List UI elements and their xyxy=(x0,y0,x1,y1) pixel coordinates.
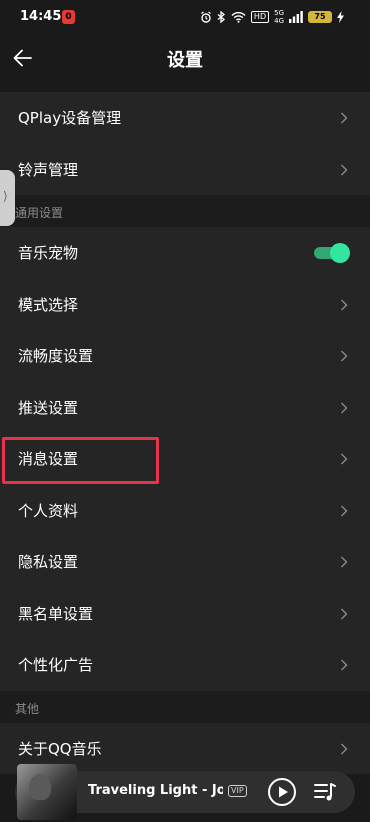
page-title: 设置 xyxy=(167,50,203,71)
charging-icon xyxy=(337,11,344,23)
network-type-top: 5G xyxy=(274,9,284,17)
row-label: 黑名单设置 xyxy=(18,604,94,623)
row-label: 铃声管理 xyxy=(18,160,79,179)
chevron-right-icon xyxy=(341,556,348,568)
mini-player[interactable]: Traveling Light - Joel VIP xyxy=(15,764,355,820)
status-icons: HD 5G 4G 75 xyxy=(200,8,344,26)
play-button[interactable] xyxy=(267,777,297,807)
music-pet-toggle[interactable] xyxy=(314,243,350,263)
row-music-pet[interactable]: 音乐宠物 xyxy=(0,227,370,279)
song-title[interactable]: Traveling Light - Joel xyxy=(88,783,223,798)
chevron-right-icon xyxy=(341,402,348,413)
status-bar: 14:45 0 HD 5G 4G 75 xyxy=(0,0,370,34)
alarm-icon xyxy=(201,11,211,23)
side-panel-handle[interactable]: ⟩ xyxy=(0,170,15,226)
chevron-right-icon xyxy=(341,112,348,124)
row-qplay-device[interactable]: QPlay设备管理 xyxy=(0,92,370,144)
section-header-general: 通用设置 xyxy=(0,195,370,227)
row-label: 隐私设置 xyxy=(18,553,79,571)
chevron-right-icon xyxy=(341,350,348,362)
album-art-figure xyxy=(29,774,51,800)
section-header-other: 其他 xyxy=(0,690,370,723)
row-profile[interactable]: 个人资料 xyxy=(0,484,370,536)
toggle-knob xyxy=(330,243,350,263)
row-label: 音乐宠物 xyxy=(18,244,79,262)
wifi-icon xyxy=(231,12,246,23)
row-label: 个人资料 xyxy=(18,501,79,520)
row-label: 模式选择 xyxy=(18,295,79,314)
chevron-right-icon xyxy=(341,164,348,175)
hd-icon: HD xyxy=(250,11,270,23)
row-label: 推送设置 xyxy=(18,398,79,417)
bluetooth-icon xyxy=(217,10,225,23)
row-label: 关于QQ音乐 xyxy=(18,739,102,758)
section-label: 其他 xyxy=(15,701,40,716)
playlist-button[interactable] xyxy=(313,781,337,803)
chevron-right-icon xyxy=(341,505,348,516)
chevron-right-icon xyxy=(341,743,348,754)
row-message-settings[interactable]: 消息设置 xyxy=(0,433,370,485)
network-type: 5G 4G xyxy=(274,9,284,25)
chevron-right-icon xyxy=(341,453,348,465)
signal-icon xyxy=(289,11,303,23)
section-label: 通用设置 xyxy=(15,206,64,220)
notification-badge: 0 xyxy=(62,10,75,24)
row-privacy[interactable]: 隐私设置 xyxy=(0,536,370,588)
row-ringtone[interactable]: 铃声管理 xyxy=(0,143,370,195)
vip-badge: VIP xyxy=(228,785,247,797)
album-art[interactable] xyxy=(17,764,77,820)
settings-list: QPlay设备管理 铃声管理 通用设置 音乐宠物 模式选择 流畅度设置 推送设置… xyxy=(0,92,370,774)
row-smoothness[interactable]: 流畅度设置 xyxy=(0,330,370,382)
chevron-right-icon xyxy=(341,659,348,671)
nav-bar: 设置 xyxy=(0,34,370,82)
status-time: 14:45 xyxy=(20,9,62,24)
chevron-right-icon: ⟩ xyxy=(3,189,8,203)
row-blacklist[interactable]: 黑名单设置 xyxy=(0,587,370,639)
playlist-icon xyxy=(314,783,336,801)
row-personalized-ads[interactable]: 个性化广告 xyxy=(0,639,370,691)
chevron-right-icon xyxy=(341,299,348,310)
row-label: 流畅度设置 xyxy=(18,347,94,365)
play-icon xyxy=(268,778,296,806)
row-label: 个性化广告 xyxy=(18,656,94,674)
row-label: QPlay设备管理 xyxy=(18,109,122,127)
row-mode-select[interactable]: 模式选择 xyxy=(0,278,370,330)
chevron-right-icon xyxy=(341,608,348,619)
row-label: 消息设置 xyxy=(18,450,79,468)
network-type-bottom: 4G xyxy=(274,17,284,25)
row-push-settings[interactable]: 推送设置 xyxy=(0,381,370,433)
battery-icon: 75 xyxy=(308,11,332,23)
